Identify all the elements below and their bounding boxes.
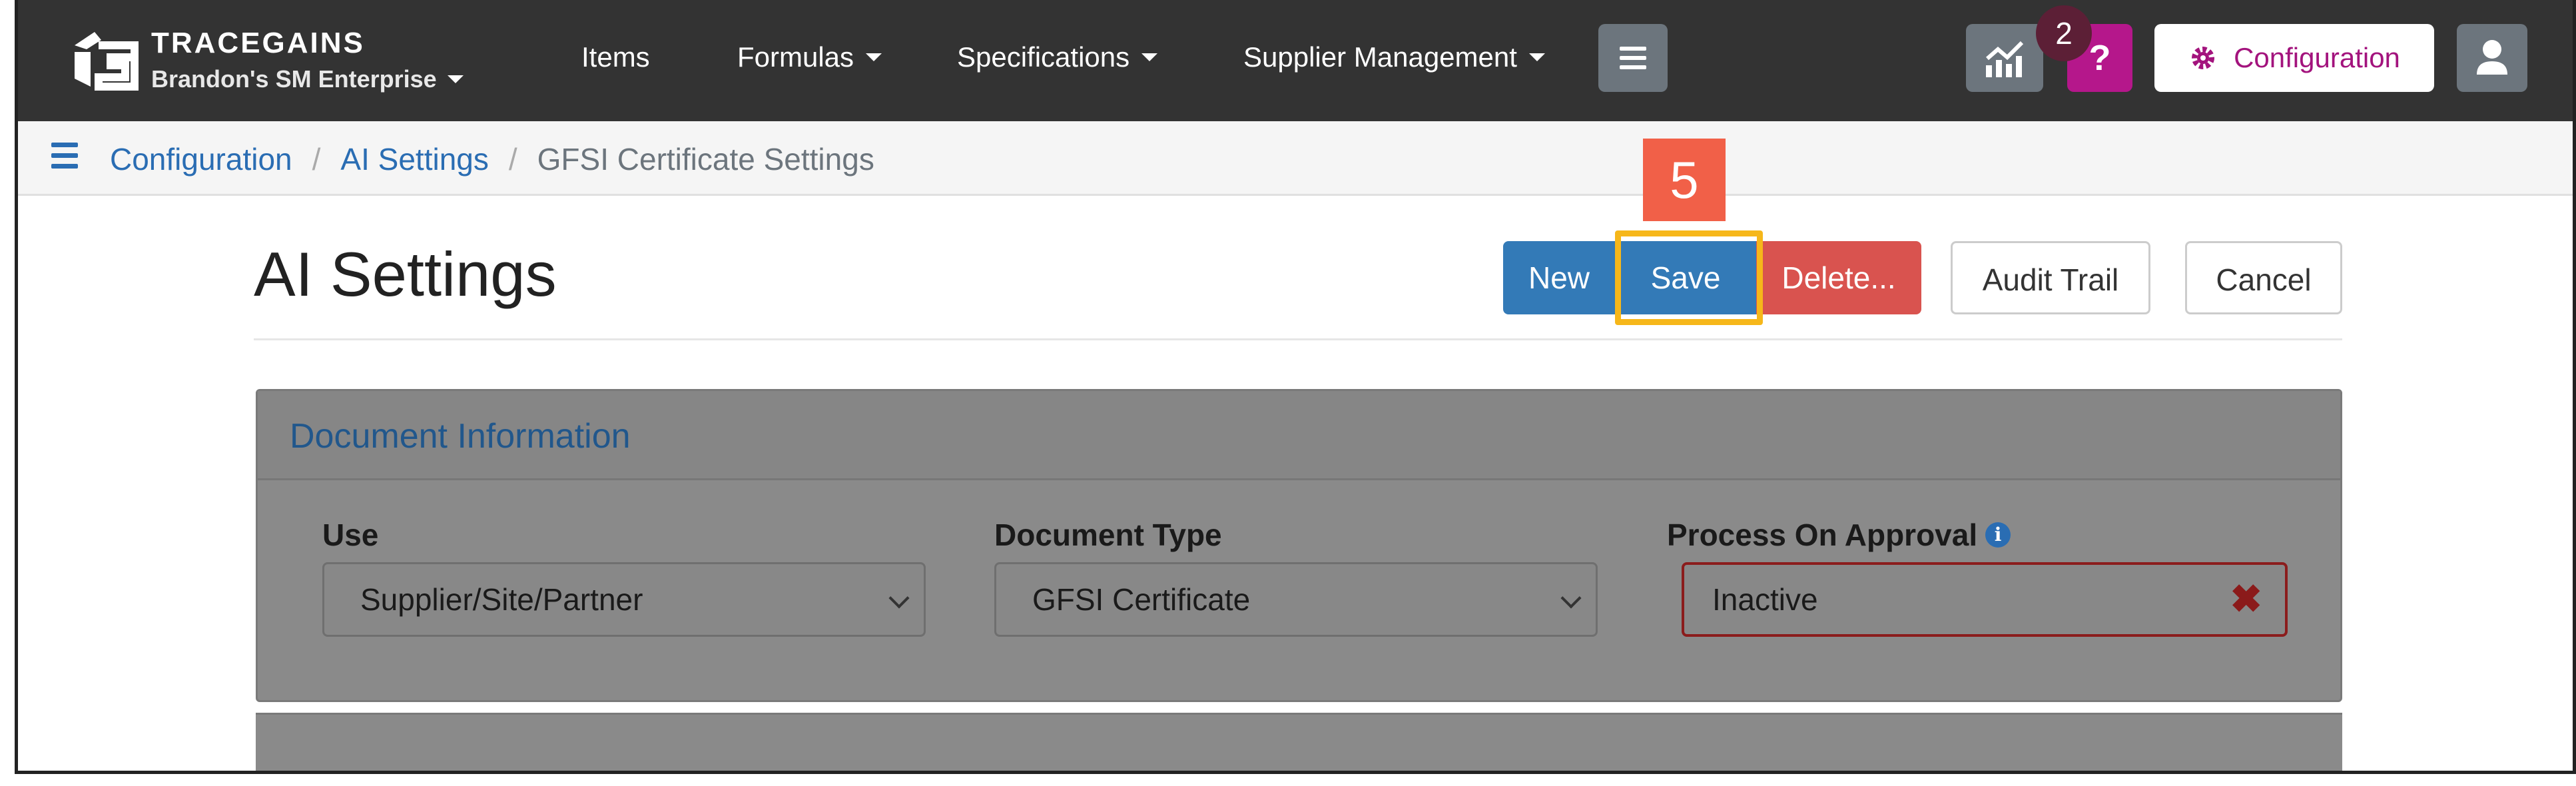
browser-window: TRACEGAINS Brandon's SM Enterprise Items… <box>15 0 2576 774</box>
nav-formulas[interactable]: Formulas <box>737 41 882 73</box>
process-on-approval-value: Inactive <box>1712 582 1818 617</box>
nav-specifications[interactable]: Specifications <box>957 41 1158 73</box>
step-number-badge: 5 <box>1643 139 1726 221</box>
breadcrumb-separator: / <box>508 142 517 177</box>
chevron-down-icon <box>1528 53 1545 61</box>
audit-trail-button[interactable]: Audit Trail <box>1951 241 2150 314</box>
header-divider <box>254 338 2342 340</box>
use-label: Use <box>322 517 378 553</box>
breadcrumb-current: GFSI Certificate Settings <box>537 142 874 177</box>
nav-items-label: Items <box>581 41 650 73</box>
new-button[interactable]: New <box>1503 241 1615 314</box>
chevron-down-icon <box>1141 53 1158 61</box>
breadcrumb-ai-settings[interactable]: AI Settings <box>340 141 488 177</box>
configuration-button[interactable]: Configuration <box>2154 24 2434 92</box>
document-type-select-value: GFSI Certificate <box>1032 582 1251 617</box>
chevron-down-icon <box>888 588 910 609</box>
hamburger-icon <box>1620 47 1646 75</box>
nav-supplier-management[interactable]: Supplier Management <box>1243 41 1545 73</box>
more-menu-button[interactable] <box>1598 24 1668 92</box>
process-on-approval-field[interactable]: Inactive ✖ <box>1682 562 2288 637</box>
tracegains-logo-icon[interactable] <box>68 25 141 92</box>
breadcrumb: Configuration / AI Settings / GFSI Certi… <box>110 141 874 177</box>
screenshot-frame: TRACEGAINS Brandon's SM Enterprise Items… <box>0 0 2576 786</box>
page-title: AI Settings <box>254 239 557 309</box>
use-select[interactable]: Supplier/Site/Partner <box>322 562 926 637</box>
info-icon[interactable]: i <box>1985 522 2011 548</box>
brand-name: TRACEGAINS <box>151 27 365 59</box>
org-name: Brandon's SM Enterprise <box>151 65 437 93</box>
process-on-approval-label: Process On Approval i <box>1667 517 2011 553</box>
use-label-text: Use <box>322 518 379 552</box>
document-type-label: Document Type <box>994 517 1222 553</box>
nav-items[interactable]: Items <box>581 41 650 73</box>
breadcrumb-separator: / <box>312 142 321 177</box>
document-type-select[interactable]: GFSI Certificate <box>994 562 1598 637</box>
chevron-down-icon <box>1560 588 1582 609</box>
chevron-down-icon <box>866 53 882 61</box>
delete-button[interactable]: Delete... <box>1756 241 1921 314</box>
next-panel <box>256 713 2342 771</box>
breadcrumb-configuration[interactable]: Configuration <box>110 141 292 177</box>
panel-heading: Document Information <box>258 391 2340 480</box>
clear-icon[interactable]: ✖ <box>2230 565 2262 634</box>
sidebar-toggle-icon[interactable] <box>51 143 78 175</box>
notification-badge: 2 <box>2036 5 2092 61</box>
user-icon <box>2477 40 2507 75</box>
process-on-approval-label-text: Process On Approval <box>1667 518 1978 552</box>
nav-specifications-label: Specifications <box>957 41 1130 73</box>
cancel-button[interactable]: Cancel <box>2185 241 2342 314</box>
use-select-value: Supplier/Site/Partner <box>360 582 643 617</box>
user-menu-button[interactable] <box>2457 24 2527 92</box>
gear-icon <box>2192 47 2215 69</box>
analytics-button[interactable] <box>1966 24 2043 92</box>
panel-title: Document Information <box>290 417 631 456</box>
breadcrumb-bar: Configuration / AI Settings / GFSI Certi… <box>18 121 2573 196</box>
top-navbar: TRACEGAINS Brandon's SM Enterprise Items… <box>18 0 2573 121</box>
document-type-label-text: Document Type <box>994 518 1222 552</box>
configuration-label: Configuration <box>2234 42 2400 73</box>
analytics-chart-icon <box>1986 41 2024 77</box>
chevron-down-icon <box>447 75 464 83</box>
nav-formulas-label: Formulas <box>737 41 854 73</box>
org-switcher[interactable]: Brandon's SM Enterprise <box>151 65 464 93</box>
question-mark-icon: ? <box>2089 38 2111 78</box>
save-highlight-box <box>1615 230 1763 325</box>
nav-supplier-management-label: Supplier Management <box>1243 41 1517 73</box>
document-information-panel: Document Information <box>256 389 2342 702</box>
